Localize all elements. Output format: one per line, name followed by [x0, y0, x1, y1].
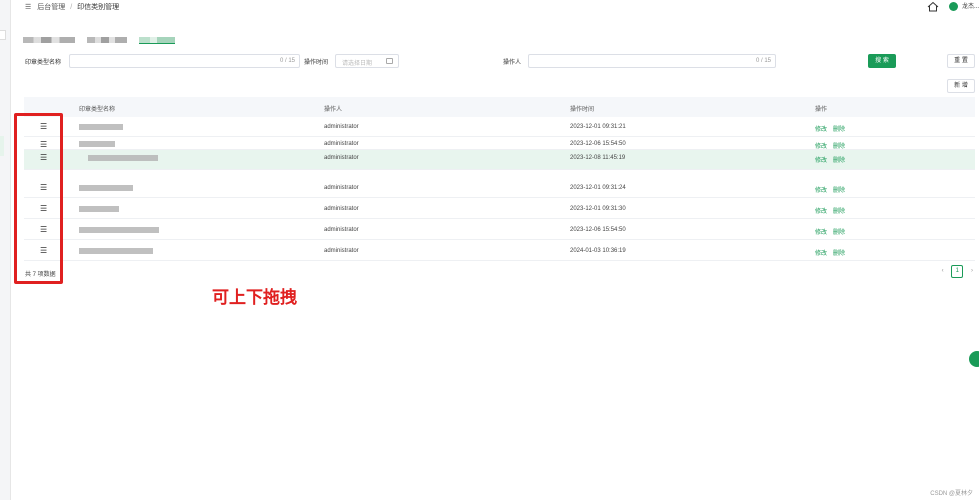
search-button[interactable]: 搜 索	[868, 54, 896, 68]
row-operator: administrator	[324, 141, 359, 147]
breadcrumb-root[interactable]: 后台管理	[37, 4, 65, 11]
breadcrumb-current: 印信类别管理	[77, 4, 120, 11]
delete-link[interactable]: 删除	[833, 251, 845, 257]
tab-2[interactable]	[87, 30, 127, 44]
row-actions: 修改 删除	[815, 141, 851, 150]
sidebar	[0, 0, 11, 500]
seal-type-name-input[interactable]: 0 / 15	[69, 54, 300, 68]
delete-link[interactable]: 删除	[833, 209, 845, 215]
table-row[interactable]: ☰ administrator 2023-12-06 15:54:50 修改 删除	[24, 220, 975, 240]
row-name-redacted	[79, 124, 123, 130]
operator-input[interactable]: 0 / 15	[528, 54, 776, 68]
add-button[interactable]: 新 增	[947, 79, 975, 93]
sidebar-active-marker	[0, 136, 4, 156]
row-operator: administrator	[324, 185, 359, 191]
menu-icon[interactable]: ☰	[25, 4, 31, 11]
row-operator: administrator	[324, 248, 359, 254]
row-operator: administrator	[324, 124, 359, 130]
seal-type-name-label: 印章类型名称	[25, 60, 62, 66]
delete-link[interactable]: 删除	[833, 127, 845, 133]
avatar	[949, 1, 959, 11]
pagination: ‹ 1 ›	[942, 265, 973, 278]
calendar-icon	[386, 58, 393, 64]
row-name-redacted	[79, 185, 133, 191]
edit-link[interactable]: 修改	[815, 209, 827, 215]
header-name: 印章类型名称	[79, 107, 116, 113]
operate-time-picker[interactable]: 请选择日期	[335, 54, 399, 68]
operator-label: 操作人	[503, 60, 522, 66]
row-time: 2023-12-01 09:31:21	[570, 124, 626, 130]
row-name-redacted	[79, 227, 159, 233]
table-row[interactable]: ☰ administrator 2023-12-06 15:54:50 修改 删除	[24, 138, 975, 150]
row-actions: 修改 删除	[815, 248, 851, 257]
tab-1[interactable]	[23, 30, 75, 44]
table-row[interactable]: ☰ administrator 2023-12-01 09:31:30 修改 删除	[24, 199, 975, 219]
breadcrumb: ☰ 后台管理 / 印信类别管理	[25, 2, 119, 12]
watermark: CSDN @夏林夕	[930, 491, 973, 497]
row-actions: 修改 删除	[815, 185, 851, 194]
row-name-redacted	[88, 155, 158, 161]
table-row[interactable]: ☰ administrator 2023-12-01 09:31:24 修改 删除	[24, 178, 975, 198]
user-name: 龙杰...	[961, 4, 979, 10]
delete-link[interactable]: 删除	[833, 158, 845, 164]
search-form: 印章类型名称 0 / 15 操作时间 请选择日期 操作人 0 / 15 搜 索 …	[25, 54, 979, 68]
header-operator: 操作人	[324, 107, 343, 113]
row-time: 2023-12-01 09:31:30	[570, 206, 626, 212]
edit-link[interactable]: 修改	[815, 188, 827, 194]
row-operator: administrator	[324, 227, 359, 233]
page-number-current[interactable]: 1	[951, 265, 964, 278]
top-bar: ☰ 后台管理 / 印信类别管理 龙杰...	[11, 0, 979, 14]
row-time: 2023-12-08 11:45:19	[570, 155, 626, 161]
table-header: 印章类型名称 操作人 操作时间 操作	[24, 97, 975, 117]
header-actions: 操作	[815, 107, 828, 113]
row-actions: 修改 删除	[815, 124, 851, 133]
row-actions: 修改 删除	[815, 206, 851, 215]
operate-time-placeholder: 请选择日期	[342, 61, 373, 67]
row-name-redacted	[79, 206, 119, 212]
prev-page-icon[interactable]: ‹	[942, 268, 944, 274]
drag-handles-highlight-box	[14, 113, 63, 284]
row-time: 2023-12-06 15:54:50	[570, 227, 626, 233]
delete-link[interactable]: 删除	[833, 230, 845, 236]
main-content: 印章类型名称 0 / 15 操作时间 请选择日期 操作人 0 / 15 搜 索 …	[11, 18, 979, 500]
reset-button[interactable]: 重 置	[947, 54, 975, 68]
home-icon[interactable]	[927, 1, 939, 12]
seal-type-name-count: 0 / 15	[279, 58, 295, 64]
row-actions: 修改 删除	[815, 155, 851, 164]
row-time: 2023-12-01 09:31:24	[570, 185, 626, 191]
delete-link[interactable]: 删除	[833, 188, 845, 194]
row-time: 2024-01-03 10:36:19	[570, 248, 626, 254]
sidebar-collapse-handle[interactable]	[0, 30, 6, 40]
operator-count: 0 / 15	[755, 58, 771, 64]
table-row[interactable]: ☰ administrator 2024-01-03 10:36:19 修改 删除	[24, 241, 975, 261]
table-row-dragging[interactable]: ☰ administrator 2023-12-08 11:45:19 修改 删除	[24, 150, 975, 170]
table-row[interactable]: ☰ administrator 2023-12-01 09:31:21 修改 删除	[24, 117, 975, 137]
breadcrumb-separator: /	[70, 4, 73, 11]
drag-annotation: 可上下拖拽	[212, 288, 297, 307]
tab-3-active[interactable]	[139, 30, 175, 44]
edit-link[interactable]: 修改	[815, 158, 827, 164]
row-name-redacted	[79, 141, 115, 147]
row-name-redacted	[79, 248, 153, 254]
next-page-icon[interactable]: ›	[971, 268, 973, 274]
row-operator: administrator	[324, 155, 359, 161]
row-time: 2023-12-06 15:54:50	[570, 141, 626, 147]
edit-link[interactable]: 修改	[815, 127, 827, 133]
edit-link[interactable]: 修改	[815, 251, 827, 257]
row-actions: 修改 删除	[815, 227, 851, 236]
floating-action-button[interactable]	[969, 351, 979, 367]
header-time: 操作时间	[570, 107, 595, 113]
row-operator: administrator	[324, 206, 359, 212]
user-menu[interactable]: 龙杰...	[949, 1, 979, 11]
operate-time-label: 操作时间	[304, 60, 329, 66]
edit-link[interactable]: 修改	[815, 230, 827, 236]
